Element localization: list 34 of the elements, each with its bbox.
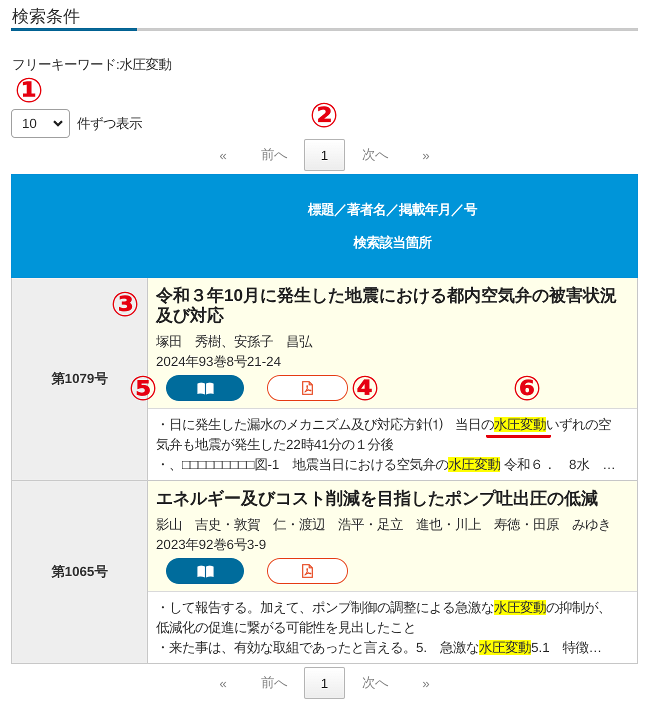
pdf-button[interactable] — [267, 375, 348, 401]
pdf-button[interactable] — [267, 558, 348, 584]
keyword-text: フリーキーワード:水圧変動 — [11, 56, 173, 74]
callout-number: ⑤ — [128, 371, 158, 407]
open-book-icon — [196, 564, 214, 578]
pagination-link[interactable]: 1 — [304, 139, 346, 171]
callout-number: ② — [308, 98, 340, 134]
callout-number: ④ — [350, 371, 380, 407]
authors-text: 塚田 秀樹、安孫子 昌弘 — [156, 333, 314, 351]
authors-text: 影山 吉史・敦賀 仁・渡辺 浩平・足立 進也・川上 寿徳・田原 みゆき — [156, 516, 612, 534]
publication-text: 2023年92巻6号3-9 — [156, 536, 268, 554]
column-heading: 検索該当箇所 — [354, 234, 432, 252]
chevron-down-icon — [53, 120, 63, 127]
issue-number: 第1079号 — [52, 370, 108, 388]
snippet-text: ・して報告する。加えて、ポンプ制御の調整による急激な水圧変動の抑制が、低減化の促進に繋がる可能性を見出したこと — [156, 599, 612, 637]
per-page-select[interactable]: 10 — [11, 109, 70, 138]
callout-number: ① — [14, 73, 44, 109]
snippet-text: ・来た事は、有効な取組であったと言える。5. 急激な水圧変動5.1 特徴… — [156, 639, 603, 657]
issue-number: 第1065号 — [52, 563, 108, 581]
publication-text: 2024年93巻8号21-24 — [156, 353, 282, 371]
open-book-icon — [196, 382, 214, 394]
per-page-label: 件ずつ表示 — [77, 114, 142, 133]
section-title: 検索条件 — [11, 6, 81, 28]
callout-number: ③ — [110, 287, 140, 323]
pdf-icon — [302, 381, 313, 395]
snippet-text: ・日に発生した漏水のメカニズム及び対応方針⑴ 当日の水圧変動いずれの空気弁も地震が発生した22時41分の１分後 — [156, 416, 612, 454]
pagination-link[interactable]: 1 — [304, 667, 346, 699]
viewer-button[interactable] — [166, 558, 244, 584]
viewer-button[interactable] — [166, 375, 244, 401]
article-title: 令和３年10月に発生した地震における都内空気弁の被害状況及び対応 — [156, 286, 618, 326]
column-heading: 標題／著者名／掲載年月／号 — [308, 201, 477, 219]
pdf-icon — [302, 564, 313, 578]
article-title: エネルギー及びコスト削減を目指したポンプ吐出圧の低減 — [156, 489, 599, 509]
callout-number: ⑥ — [512, 371, 542, 407]
